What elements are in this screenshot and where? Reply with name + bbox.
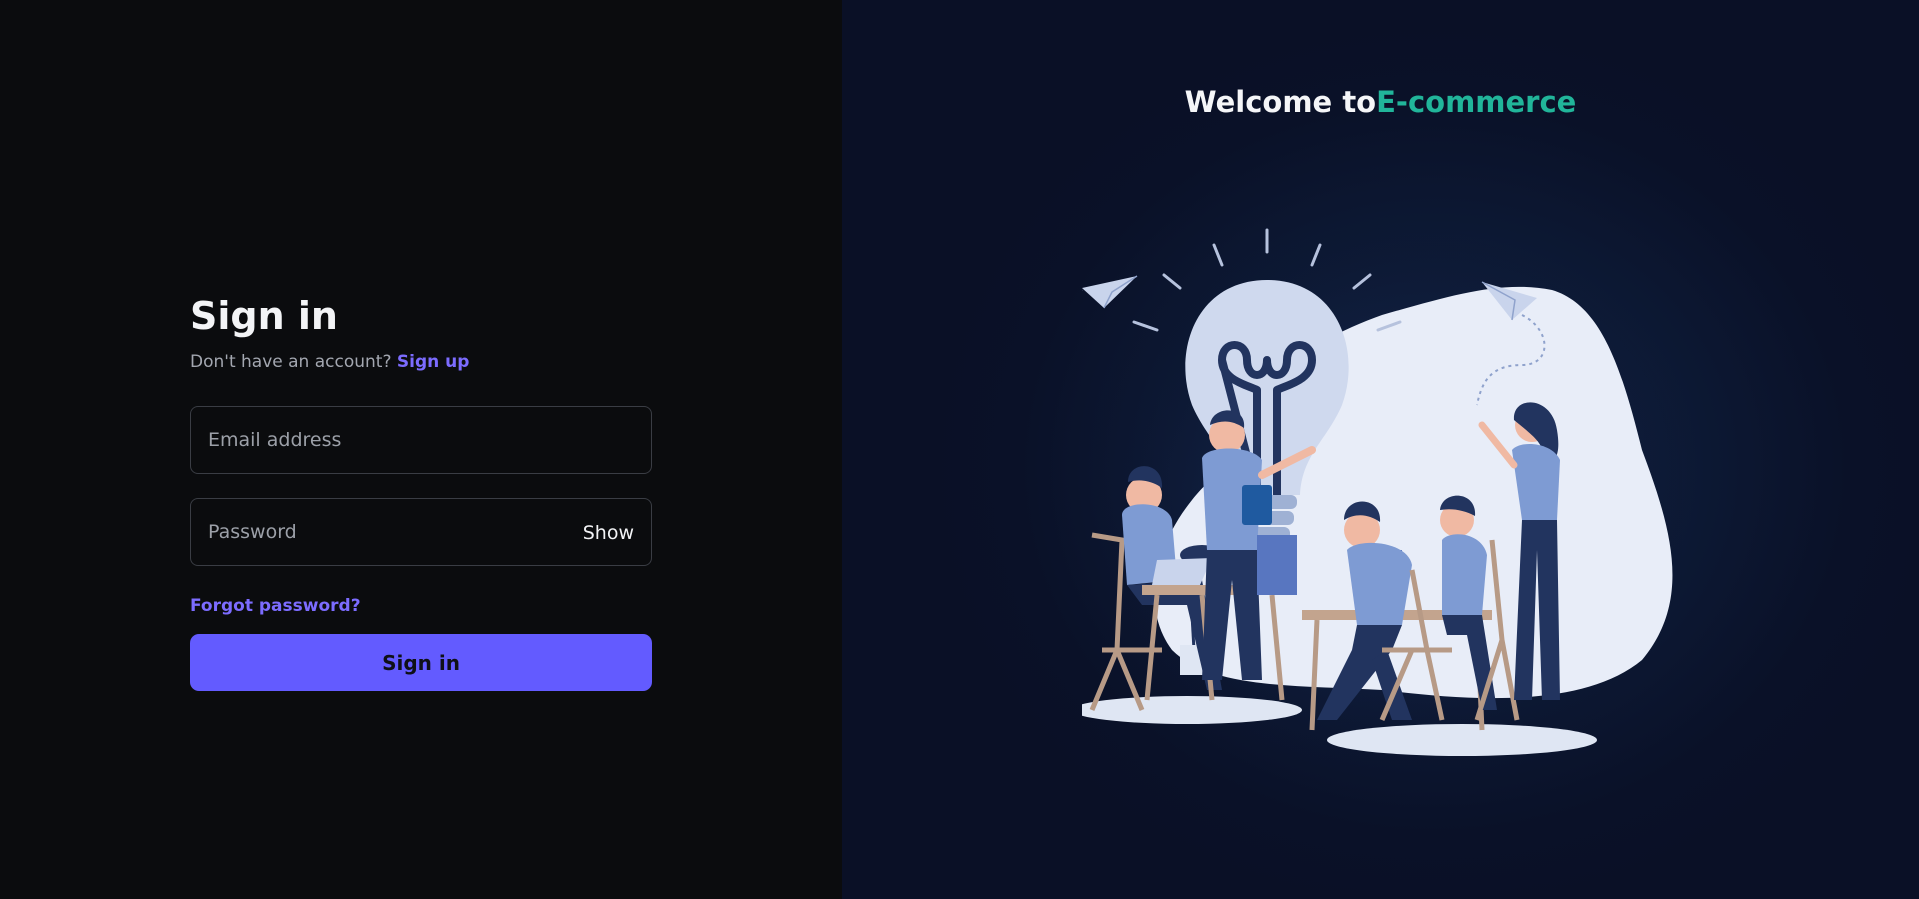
no-account-text: Don't have an account?: [190, 352, 397, 372]
welcome-text: Welcome to: [1184, 85, 1377, 119]
brand-name: E-commerce: [1376, 85, 1577, 119]
forgot-password-link[interactable]: Forgot password?: [190, 596, 361, 616]
signin-form: Sign in Don't have an account? Sign up S…: [190, 290, 652, 691]
show-password-button[interactable]: Show: [583, 521, 634, 545]
email-input[interactable]: [191, 407, 651, 473]
signin-button[interactable]: Sign in: [190, 634, 652, 691]
page: Sign in Don't have an account? Sign up S…: [0, 0, 1919, 899]
email-field-wrapper: [190, 406, 652, 474]
team-idea-illustration: [1082, 220, 1682, 780]
signup-prompt: Don't have an account? Sign up: [190, 350, 652, 374]
page-title: Sign in: [190, 294, 338, 338]
welcome-heading: Welcome toE-commerce: [842, 82, 1919, 122]
password-field-wrapper: Show: [190, 498, 652, 566]
hero-panel: Welcome toE-commerce: [842, 0, 1919, 899]
signup-link[interactable]: Sign up: [397, 352, 470, 372]
signin-panel: Sign in Don't have an account? Sign up S…: [0, 0, 842, 899]
